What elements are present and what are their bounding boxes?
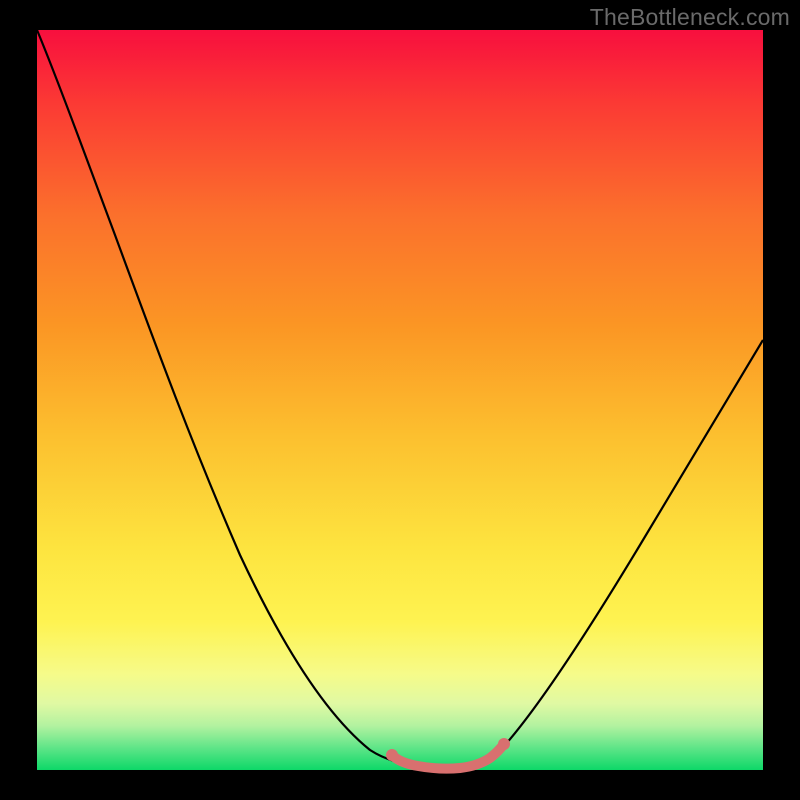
plot-area xyxy=(37,30,763,770)
chart-container: TheBottleneck.com xyxy=(0,0,800,800)
highlight-dot-right xyxy=(498,738,510,750)
highlight-dot-left xyxy=(386,749,398,761)
watermark-text: TheBottleneck.com xyxy=(590,4,790,31)
bottleneck-chart xyxy=(0,0,800,800)
